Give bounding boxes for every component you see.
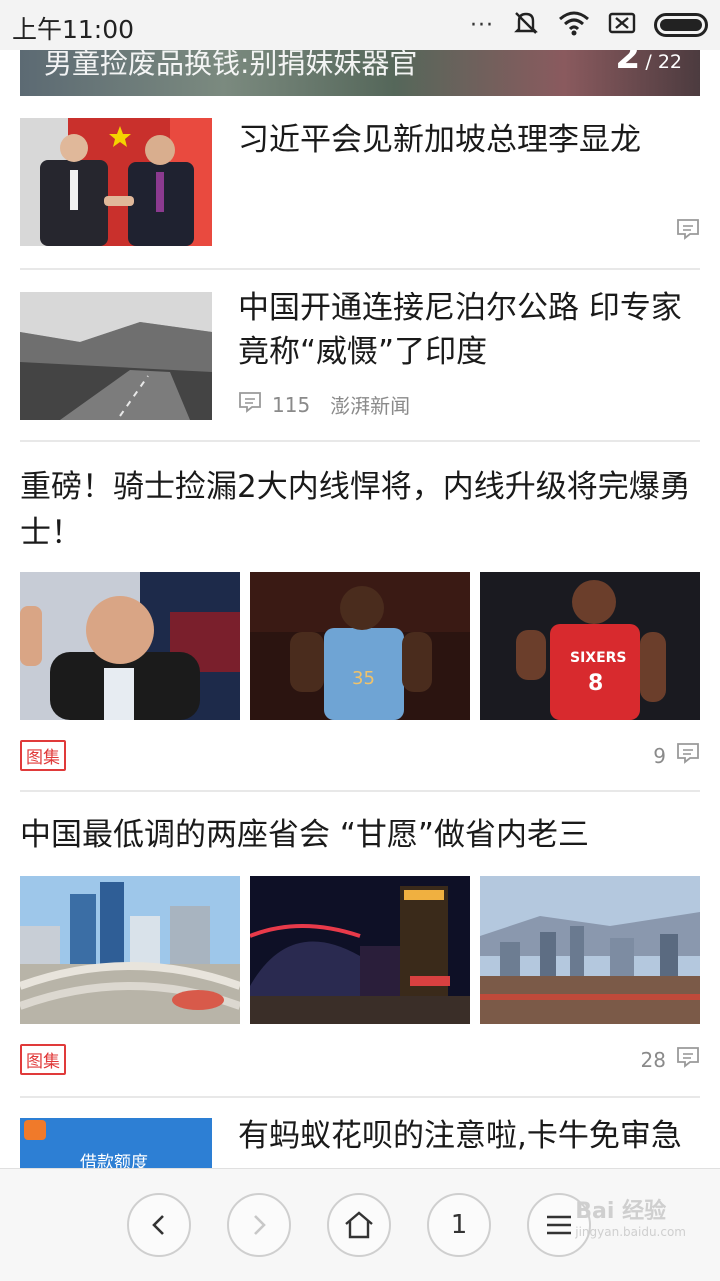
news-title: 重磅！骑士捡漏2大内线悍将，内线升级将完爆勇士！ xyxy=(20,469,691,551)
back-button[interactable] xyxy=(127,1193,191,1257)
comment-count: 115 xyxy=(272,392,311,417)
news-title: 中国开通连接尼泊尔公路 印专家竟称“威慑”了印度 xyxy=(238,290,682,370)
bottom-nav-bar: 1 Bai 经验 jingyan.baidu.com xyxy=(0,1168,720,1281)
news-title: 有蚂蚁花呗的注意啦,卡牛免审急 xyxy=(238,1118,682,1154)
comment-icon xyxy=(676,742,700,769)
wifi-icon xyxy=(558,10,590,40)
gallery-image xyxy=(20,572,240,720)
svg-text:8: 8 xyxy=(588,671,603,696)
comment-icon xyxy=(676,1046,700,1073)
status-bar: 上午11:00 ··· xyxy=(0,0,720,50)
comment-icon xyxy=(238,391,262,418)
status-icons: ··· xyxy=(470,10,708,40)
news-item[interactable]: 习近平会见新加坡总理李显龙 xyxy=(20,118,700,268)
news-thumbnail: 借款额度 xyxy=(20,1118,212,1168)
gallery-tag: 图集 xyxy=(20,1044,66,1075)
comment-count: 9 xyxy=(653,743,666,768)
mute-icon xyxy=(512,9,540,41)
news-gallery xyxy=(20,876,700,1024)
watermark-subtext: jingyan.baidu.com xyxy=(575,1225,686,1239)
svg-text:35: 35 xyxy=(352,668,375,689)
tab-count: 1 xyxy=(450,1210,468,1240)
gallery-image xyxy=(20,876,240,1024)
news-item[interactable]: 借款额度 有蚂蚁花呗的注意啦,卡牛免审急 xyxy=(20,1118,700,1168)
news-meta: 28 xyxy=(641,1046,700,1073)
gallery-image xyxy=(250,876,470,1024)
more-dots-icon: ··· xyxy=(470,12,494,38)
divider xyxy=(20,440,700,442)
battery-icon xyxy=(654,13,708,37)
comment-count: 28 xyxy=(640,1047,666,1072)
news-item[interactable]: 中国开通连接尼泊尔公路 印专家竟称“威慑”了印度 115 澎湃新闻 xyxy=(20,290,700,420)
news-gallery: 35 SIXERS 8 xyxy=(20,572,700,720)
gallery-tag: 图集 xyxy=(20,740,66,771)
comment-icon[interactable] xyxy=(676,218,700,244)
divider xyxy=(20,1096,700,1098)
divider xyxy=(20,268,700,270)
chevron-left-icon xyxy=(152,1215,164,1235)
gallery-image: 35 xyxy=(250,572,470,720)
status-time: 上午11:00 xyxy=(12,15,135,44)
news-item[interactable]: 重磅！骑士捡漏2大内线悍将，内线升级将完爆勇士！ 35 SIXERS 8 图集 … xyxy=(20,464,700,771)
carousel-total-pages: / 22 xyxy=(645,51,682,73)
svg-text:SIXERS: SIXERS xyxy=(570,650,627,666)
thumbnail-text: 借款额度 xyxy=(80,1153,148,1168)
news-thumbnail xyxy=(20,118,212,246)
watermark-text: Bai 经验 xyxy=(575,1199,667,1224)
news-source: 澎湃新闻 xyxy=(330,394,411,418)
forward-button[interactable] xyxy=(227,1193,291,1257)
baidu-watermark: Bai 经验 jingyan.baidu.com xyxy=(575,1193,686,1239)
news-title: 习近平会见新加坡总理李显龙 xyxy=(238,122,641,158)
news-meta: 115 澎湃新闻 xyxy=(238,390,410,419)
news-title: 中国最低调的两座省会 “甘愿”做省内老三 xyxy=(20,817,589,853)
chevron-right-icon xyxy=(254,1215,266,1235)
news-item[interactable]: 中国最低调的两座省会 “甘愿”做省内老三 图集 28 xyxy=(20,812,700,1076)
home-button[interactable] xyxy=(327,1193,391,1257)
home-icon xyxy=(345,1211,373,1239)
menu-icon xyxy=(547,1215,571,1235)
divider xyxy=(20,790,700,792)
tabs-button[interactable]: 1 xyxy=(427,1193,491,1257)
no-sim-icon xyxy=(608,12,636,38)
news-meta: 9 xyxy=(653,742,700,769)
news-thumbnail xyxy=(20,292,212,420)
gallery-image xyxy=(480,876,700,1024)
gallery-image: SIXERS 8 xyxy=(480,572,700,720)
